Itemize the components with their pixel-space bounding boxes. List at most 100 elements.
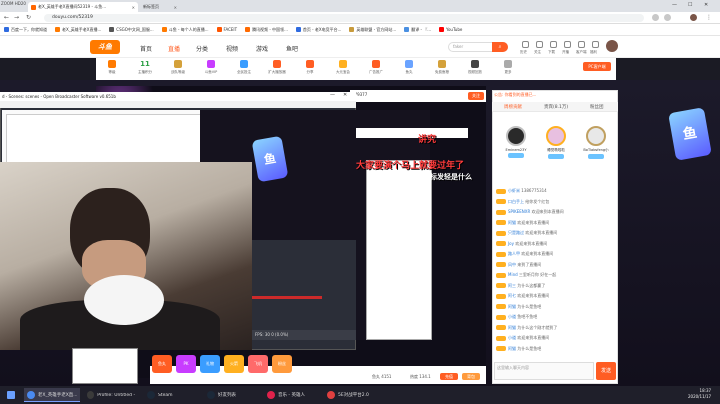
gift-item[interactable]: PK	[176, 355, 196, 373]
chat-input[interactable]: 这里输入聊天内容	[494, 362, 594, 380]
chat-username[interactable]: 只是路过	[508, 230, 524, 235]
recharge-button[interactable]: 充值	[440, 373, 458, 380]
send-button[interactable]: 发送	[596, 362, 616, 380]
chat-username[interactable]: Mind	[508, 272, 518, 277]
forward-icon[interactable]: →	[14, 14, 19, 21]
header-icon[interactable]	[578, 41, 585, 48]
header-icon[interactable]	[564, 41, 571, 48]
taskbar-preview-thumbnail[interactable]	[72, 348, 138, 384]
chat-username[interactable]: 阿三	[508, 283, 516, 288]
room-tool[interactable]: 广告推广	[364, 60, 388, 75]
nav-link[interactable]: 分类	[196, 44, 208, 53]
avatar[interactable]	[606, 40, 618, 52]
room-tool[interactable]: 大元宝会	[331, 60, 355, 75]
douyu-logo[interactable]: 斗鱼	[90, 40, 120, 54]
chat-username[interactable]: 阿猫	[508, 325, 516, 330]
chat-username[interactable]: 小道	[508, 335, 516, 340]
rank-card[interactable]: BoTlabsfeng小	[578, 126, 614, 159]
nav-link[interactable]: 鱼吧	[286, 44, 298, 53]
taskbar-item[interactable]: Profile: Untitled - ...	[84, 388, 140, 402]
room-tool[interactable]: 全民投注	[232, 60, 256, 75]
chat-username[interactable]: 阿七	[508, 293, 516, 298]
chat-username[interactable]: 小道	[508, 314, 516, 319]
room-tool[interactable]: 分享	[298, 60, 322, 75]
back-icon[interactable]: ←	[4, 14, 9, 21]
rank-card[interactable]: Eminem23Y	[498, 126, 534, 158]
header-icon-label: 客户端	[576, 50, 587, 54]
extension-icon[interactable]	[664, 14, 671, 21]
chat-username[interactable]: 阿猫	[508, 304, 516, 309]
header-icon[interactable]	[550, 41, 557, 48]
gift-item[interactable]: 飞机	[248, 355, 268, 373]
room-tool[interactable]: 更多	[496, 60, 520, 75]
taskbar-item[interactable]: 音乐 - 英雄人	[264, 388, 320, 402]
room-tool[interactable]: 扩大播放器	[265, 60, 289, 75]
backpack-button[interactable]: 背包	[462, 373, 480, 380]
minimize-icon[interactable]: —	[330, 92, 335, 98]
profile-icon[interactable]	[690, 14, 697, 21]
chat-tab[interactable]: 周榜贡献	[504, 104, 522, 110]
reload-icon[interactable]: ↻	[26, 14, 31, 21]
nav-link[interactable]: 直播	[168, 44, 180, 53]
chat-tab[interactable]: 粉丝团	[590, 104, 604, 110]
browser-tab-active[interactable]: 老X_英雄手老X直播间52319 - 斗鱼... ✕	[28, 2, 138, 12]
header-icon[interactable]	[522, 41, 529, 48]
nav-link[interactable]: 首页	[140, 44, 152, 53]
url-input[interactable]: douyu.com/52319	[44, 14, 644, 22]
taskbar-item[interactable]: Steam	[144, 388, 200, 402]
bookmark-item[interactable]: 腾讯视频 - 中国领...	[245, 27, 288, 33]
chat-notice[interactable]: 公告: 你看到的直播已...	[494, 92, 536, 98]
menu-icon[interactable]: ⋮	[706, 14, 712, 21]
search-icon[interactable]: ⌕	[492, 42, 508, 52]
follow-button[interactable]: 关注	[468, 92, 484, 100]
close-window-icon[interactable]: ✕	[704, 2, 708, 8]
chat-username[interactable]: 风中	[508, 262, 516, 267]
chat-message: 小道 鱼吧不鱼吧	[496, 314, 614, 320]
taskbar-item[interactable]: 好友列表	[204, 388, 260, 402]
chat-message: 阿七 欢迎来到本直播间	[496, 293, 614, 299]
gift-item[interactable]: 粉丝	[272, 355, 292, 373]
bookmark-item[interactable]: CSGO中文网_国服...	[109, 27, 154, 33]
header-icon[interactable]	[536, 41, 543, 48]
room-tool[interactable]: 11 主播积分	[133, 60, 157, 75]
chat-username[interactable]: 路人甲	[508, 251, 520, 256]
bookmark-item[interactable]: YouTube	[439, 27, 462, 32]
room-tool[interactable]: 斗鱼VIP	[199, 60, 223, 75]
bookmark-item[interactable]: 首页 - 老X电竞平台...	[295, 27, 341, 33]
taskbar-item[interactable]: 老X_英雄手老X直...	[24, 388, 80, 402]
extension-icon[interactable]	[652, 14, 659, 21]
chat-username[interactable]: 口白手上	[508, 199, 524, 204]
bookmark-item[interactable]: 斗鱼 - 每个人的直播...	[161, 27, 209, 33]
room-tool[interactable]: 鱼丸	[397, 60, 421, 75]
maximize-icon[interactable]: ☐	[688, 2, 692, 8]
gift-item[interactable]: 礼物	[200, 355, 220, 373]
browser-tab-new[interactable]: 新标签页 ✕	[140, 2, 180, 12]
header-icon[interactable]	[592, 41, 599, 48]
taskbar-item[interactable]: 5E对战平台2.0	[324, 388, 380, 402]
room-tool[interactable]: 视频回放	[463, 60, 487, 75]
close-icon[interactable]: ✕	[174, 5, 177, 10]
room-tool[interactable]: 等级	[100, 60, 124, 75]
bookmark-item[interactable]: 翻译 - 『...	[404, 27, 431, 33]
chat-username[interactable]: 阿猫	[508, 220, 516, 225]
chat-username[interactable]: 阿猫	[508, 346, 516, 351]
gift-item[interactable]: 鱼丸	[152, 355, 172, 373]
rank-card[interactable]: 睡觉噜啦啦	[538, 126, 574, 159]
bookmark-item[interactable]: 老X_英雄手老X直播...	[55, 27, 101, 33]
chat-username[interactable]: SPIKEENXR	[508, 209, 530, 214]
nav-link[interactable]: 游戏	[256, 44, 268, 53]
room-tool[interactable]: 免费鱼粮	[430, 60, 454, 75]
room-tool[interactable]: 战队等级	[166, 60, 190, 75]
close-icon[interactable]: ✕	[343, 92, 347, 98]
pc-client-button[interactable]: PC客户端	[583, 62, 611, 71]
bookmark-item[interactable]: FACEIT	[216, 27, 237, 32]
gift-item[interactable]: 火箭	[224, 355, 244, 373]
chat-username[interactable]: 小虾米	[508, 188, 520, 193]
nav-link[interactable]: 视频	[226, 44, 238, 53]
bookmark-item[interactable]: 英雄联盟 - 官方网站...	[349, 27, 396, 33]
chat-tab[interactable]: 贵宾(8.1万)	[544, 104, 568, 110]
minimize-icon[interactable]: —	[672, 2, 677, 8]
bookmark-item[interactable]: 百度一下，你就知道	[4, 27, 47, 33]
start-button[interactable]	[4, 388, 21, 402]
close-icon[interactable]: ✕	[132, 5, 135, 10]
